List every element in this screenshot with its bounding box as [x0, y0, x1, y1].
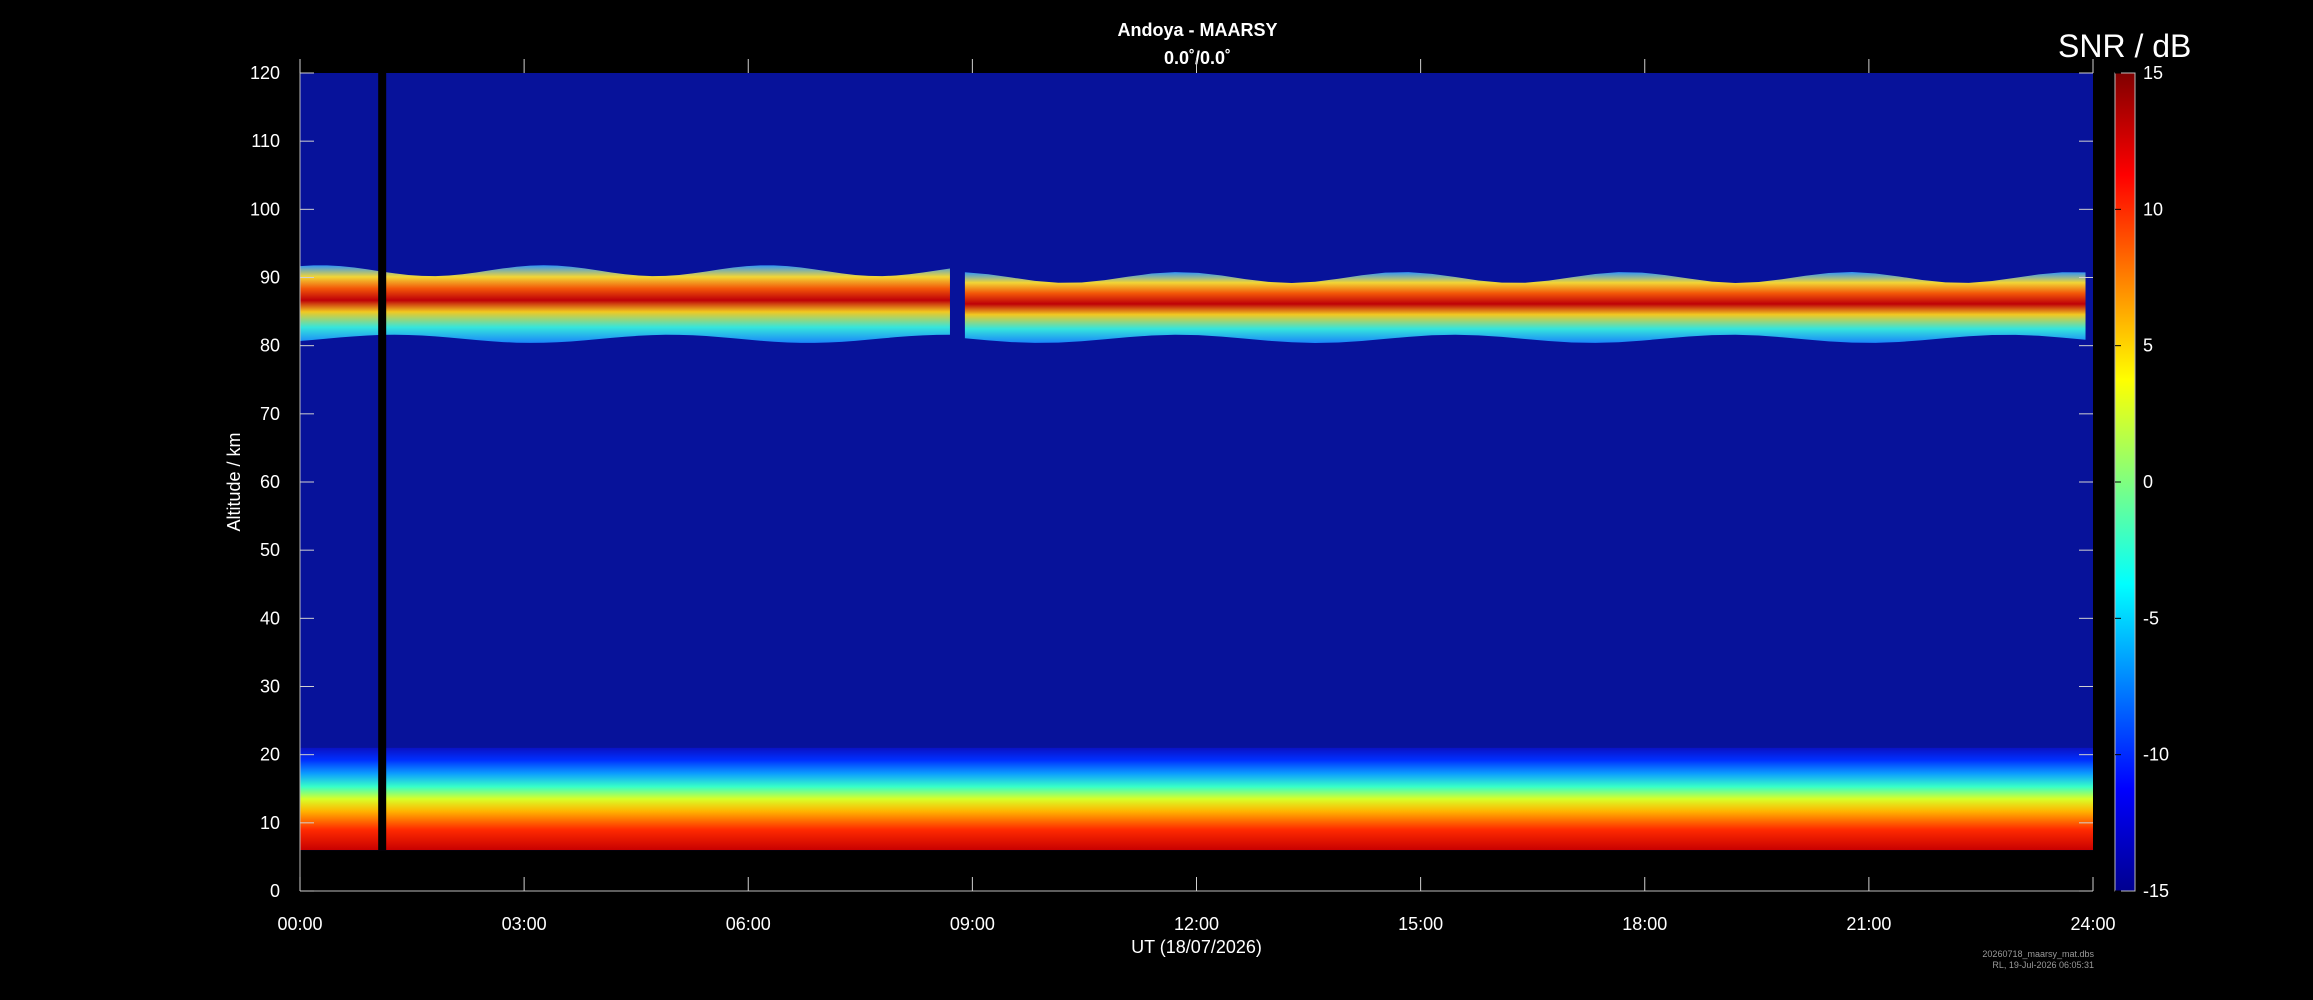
x-tick-label: 03:00 — [502, 914, 547, 934]
x-tick-label: 24:00 — [2070, 914, 2115, 934]
footer-timestamp: RL, 19-Jul-2026 06:05:31 — [1992, 960, 2094, 970]
y-tick-label: 20 — [260, 745, 280, 765]
pmse-layer — [964, 272, 2086, 343]
y-tick-label: 50 — [260, 540, 280, 560]
x-axis-label: UT (18/07/2026) — [1131, 937, 1262, 957]
y-tick-label: 60 — [260, 472, 280, 492]
colorbar-tick-label: 0 — [2143, 472, 2153, 492]
x-tick-label: 00:00 — [277, 914, 322, 934]
y-axis-label: Altitude / km — [224, 432, 244, 531]
plot-area: 010203040506070809010011012000:00 03:00 06… — [224, 59, 2169, 957]
colorbar-tick-label: -10 — [2143, 745, 2169, 765]
y-tick-label: 40 — [260, 608, 280, 628]
x-tick-label: 12:00 — [1174, 914, 1219, 934]
y-tick-label: 90 — [260, 268, 280, 288]
x-tick-label: 09:00 — [950, 914, 995, 934]
y-tick-label: 10 — [260, 813, 280, 833]
x-tick-label: 18:00 — [1622, 914, 1667, 934]
x-tick-label: 15:00 — [1398, 914, 1443, 934]
y-tick-label: 70 — [260, 404, 280, 424]
x-tick-label: 21:00 — [1846, 914, 1891, 934]
colorbar: 15 10 5 0 -5 -10 -15 — [2114, 63, 2169, 901]
heatmap-image — [300, 73, 2093, 891]
lower-atmosphere-echo — [300, 747, 2093, 851]
footer-filename: 20260718_maarsy_mat.dbs — [1982, 949, 2094, 959]
y-tick-label: 120 — [250, 63, 280, 83]
y-tick-label: 80 — [260, 336, 280, 356]
data-gap — [378, 73, 387, 851]
y-tick-label: 0 — [270, 881, 280, 901]
colorbar-tick-label: -5 — [2143, 608, 2159, 628]
colorbar-tick-label: 10 — [2143, 199, 2163, 219]
colorbar-tick-label: 5 — [2143, 336, 2153, 356]
pmse-layer — [300, 265, 950, 343]
colorbar-tick-label: -15 — [2143, 881, 2169, 901]
y-tick-label: 110 — [251, 131, 280, 151]
x-tick-label: 06:00 — [726, 914, 771, 934]
colorbar-tick-label: 15 — [2143, 63, 2163, 83]
y-tick-label: 100 — [250, 199, 280, 219]
y-tick-label: 30 — [260, 677, 280, 697]
